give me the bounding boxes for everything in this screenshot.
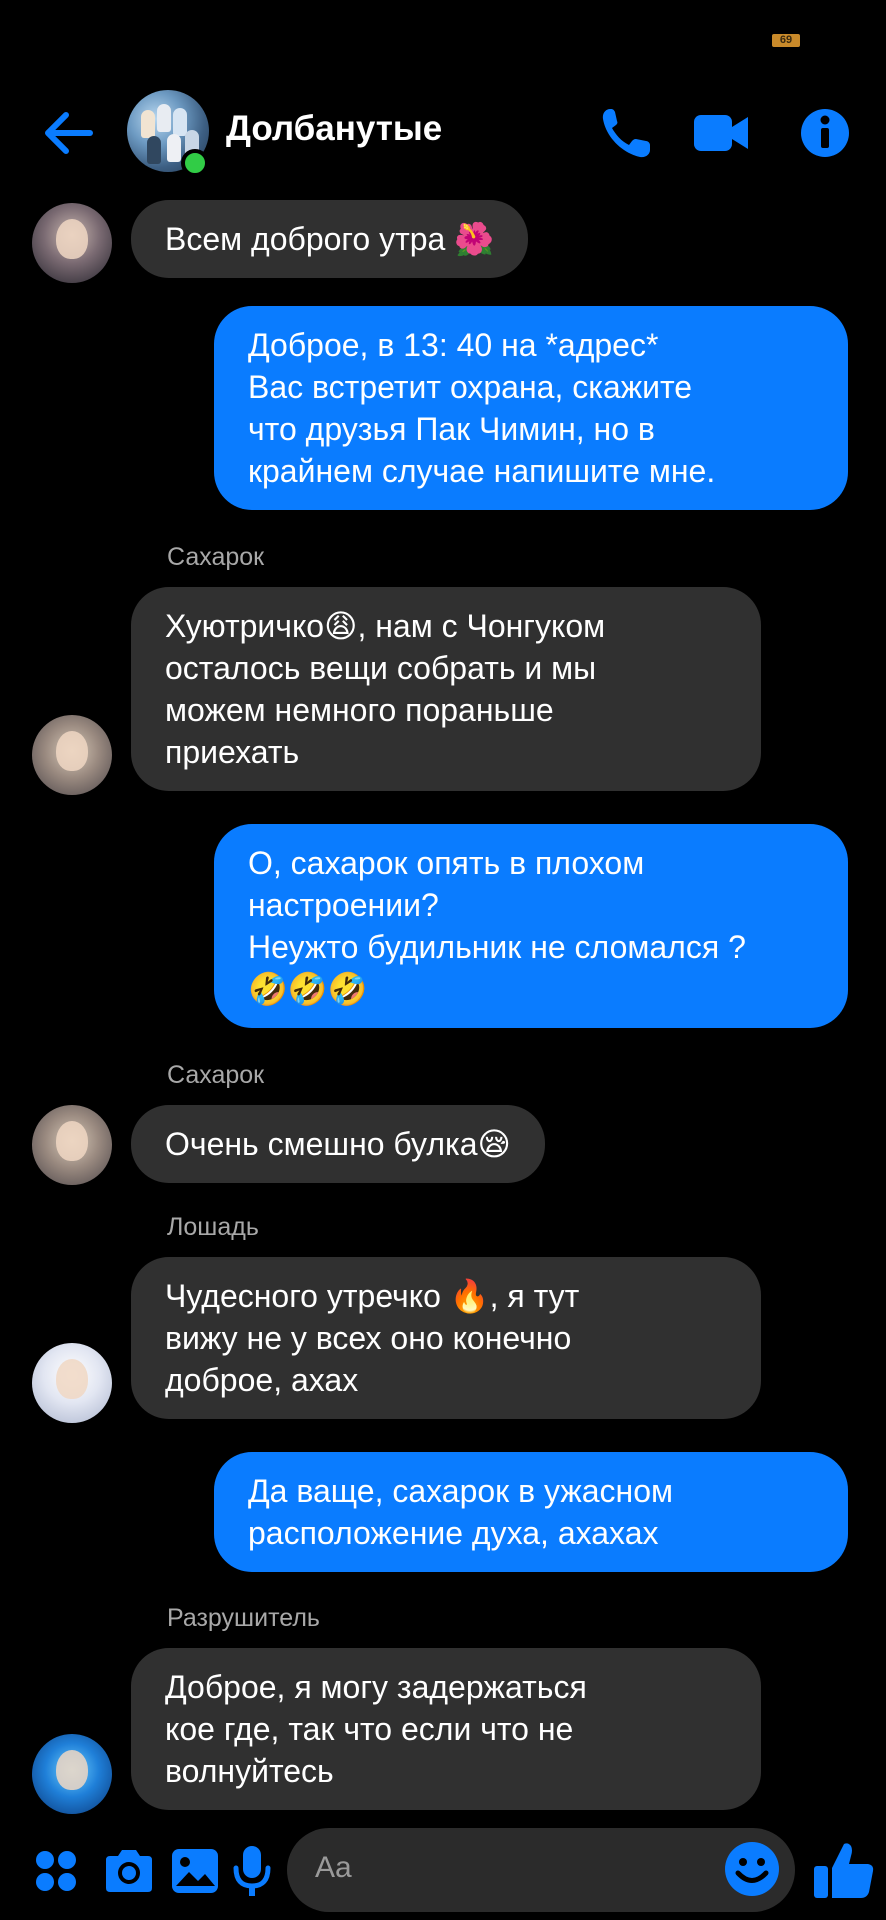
sender-name: Лошадь xyxy=(167,1213,259,1241)
sender-avatar[interactable] xyxy=(32,1734,112,1814)
emoji-icon xyxy=(725,1842,779,1896)
sender-avatar[interactable] xyxy=(32,203,112,283)
sender-avatar[interactable] xyxy=(32,1105,112,1185)
info-icon xyxy=(801,109,849,157)
message-bubble-incoming[interactable]: Доброе, я могу задержаться кое где, так … xyxy=(131,1648,761,1810)
message-composer xyxy=(0,1828,886,1912)
message-bubble-incoming[interactable]: Хуютричко😩, нам с Чонгуком осталось вещи… xyxy=(131,587,761,791)
battery-indicator: 69 xyxy=(772,34,800,47)
video-camera-icon xyxy=(694,115,748,151)
emoji-button[interactable] xyxy=(723,1840,781,1898)
gallery-button[interactable] xyxy=(170,1844,220,1898)
microphone-icon xyxy=(233,1846,271,1896)
voice-call-button[interactable] xyxy=(598,103,654,163)
camera-icon xyxy=(106,1850,152,1892)
voice-message-button[interactable] xyxy=(232,1844,272,1898)
chat-title[interactable]: Долбанутые xyxy=(226,109,442,149)
back-button[interactable] xyxy=(40,105,100,161)
message-input[interactable] xyxy=(313,1850,697,1886)
apps-icon xyxy=(36,1851,76,1891)
chat-header: Долбанутые xyxy=(0,85,886,185)
message-bubble-incoming[interactable]: Всем доброго утра 🌺 xyxy=(131,200,529,278)
message-bubble-outgoing[interactable]: О, сахарок опять в плохом настроении? Не… xyxy=(214,824,848,1028)
message-bubble-incoming[interactable]: Очень смешно булка😪 xyxy=(131,1105,545,1183)
message-bubble-outgoing[interactable]: Доброе, в 13: 40 на *адрес* Вас встретит… xyxy=(214,306,848,510)
sender-avatar[interactable] xyxy=(32,1343,112,1423)
online-status-dot xyxy=(181,149,209,177)
apps-button[interactable] xyxy=(34,1844,78,1898)
sender-name: Сахарок xyxy=(167,1061,265,1089)
back-arrow-icon xyxy=(45,112,93,154)
chat-info-button[interactable] xyxy=(800,103,850,163)
message-bubble-incoming[interactable]: Чудесного утречко 🔥, я тут вижу не у все… xyxy=(131,1257,761,1419)
phone-icon xyxy=(602,109,650,158)
sender-name: Разрушитель xyxy=(167,1604,320,1632)
sender-name: Сахарок xyxy=(167,543,265,571)
thumbs-up-icon xyxy=(814,1843,874,1898)
video-call-button[interactable] xyxy=(692,103,752,163)
sender-avatar[interactable] xyxy=(32,715,112,795)
message-bubble-outgoing[interactable]: Да ваще, сахарок в ужасном расположение … xyxy=(214,1452,848,1572)
gallery-icon xyxy=(172,1849,218,1893)
like-button[interactable] xyxy=(812,1838,876,1902)
camera-button[interactable] xyxy=(102,1844,156,1898)
